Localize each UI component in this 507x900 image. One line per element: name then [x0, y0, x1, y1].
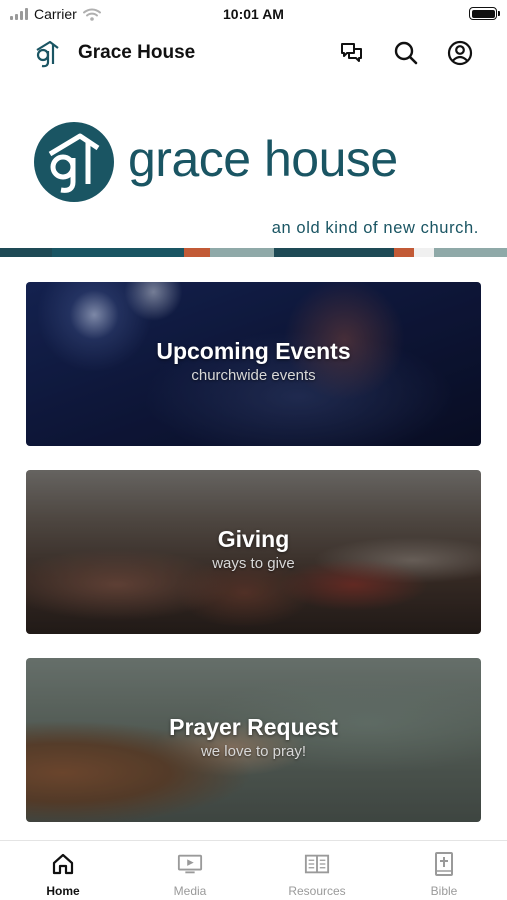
prayer-request-card[interactable]: Prayer Request we love to pray!	[26, 658, 481, 822]
brand-color-stripe	[0, 248, 507, 257]
tab-label: Home	[46, 884, 80, 898]
grace-house-logo-icon	[36, 40, 59, 68]
tab-bible[interactable]: Bible	[381, 841, 507, 900]
card-subtitle: we love to pray!	[200, 743, 307, 760]
status-bar: Carrier 10:01 AM	[0, 0, 507, 28]
status-time: 10:01 AM	[223, 6, 284, 22]
card-title: Giving	[217, 526, 290, 552]
app-header: Grace House	[0, 28, 507, 78]
giving-card[interactable]: Giving ways to give	[26, 470, 481, 634]
profile-icon[interactable]	[446, 39, 474, 67]
tab-home[interactable]: Home	[0, 841, 126, 900]
chat-icon[interactable]	[338, 39, 366, 67]
brand-name: grace house	[128, 131, 398, 187]
tab-label: Media	[173, 884, 207, 898]
search-icon[interactable]	[392, 39, 420, 67]
media-icon	[177, 851, 203, 877]
bottom-tab-bar: Home Media Resources Bible	[0, 840, 507, 900]
grace-house-logo	[34, 122, 114, 202]
card-title: Upcoming Events	[156, 338, 351, 364]
battery-icon	[469, 7, 500, 20]
upcoming-events-card[interactable]: Upcoming Events churchwide events	[26, 282, 481, 446]
card-subtitle: ways to give	[212, 555, 295, 572]
tab-media[interactable]: Media	[127, 841, 253, 900]
app-screen: Carrier 10:01 AM Grace House grace house…	[0, 0, 507, 900]
tab-label: Resources	[288, 884, 346, 898]
bible-icon	[431, 851, 457, 877]
book-icon	[304, 851, 330, 877]
page-title: Grace House	[78, 42, 196, 63]
brand-tagline: an old kind of new church.	[271, 219, 479, 237]
tab-label: Bible	[430, 884, 458, 898]
card-title: Prayer Request	[169, 714, 338, 740]
tab-resources[interactable]: Resources	[254, 841, 380, 900]
card-subtitle: churchwide events	[191, 367, 316, 384]
home-icon	[50, 851, 76, 877]
